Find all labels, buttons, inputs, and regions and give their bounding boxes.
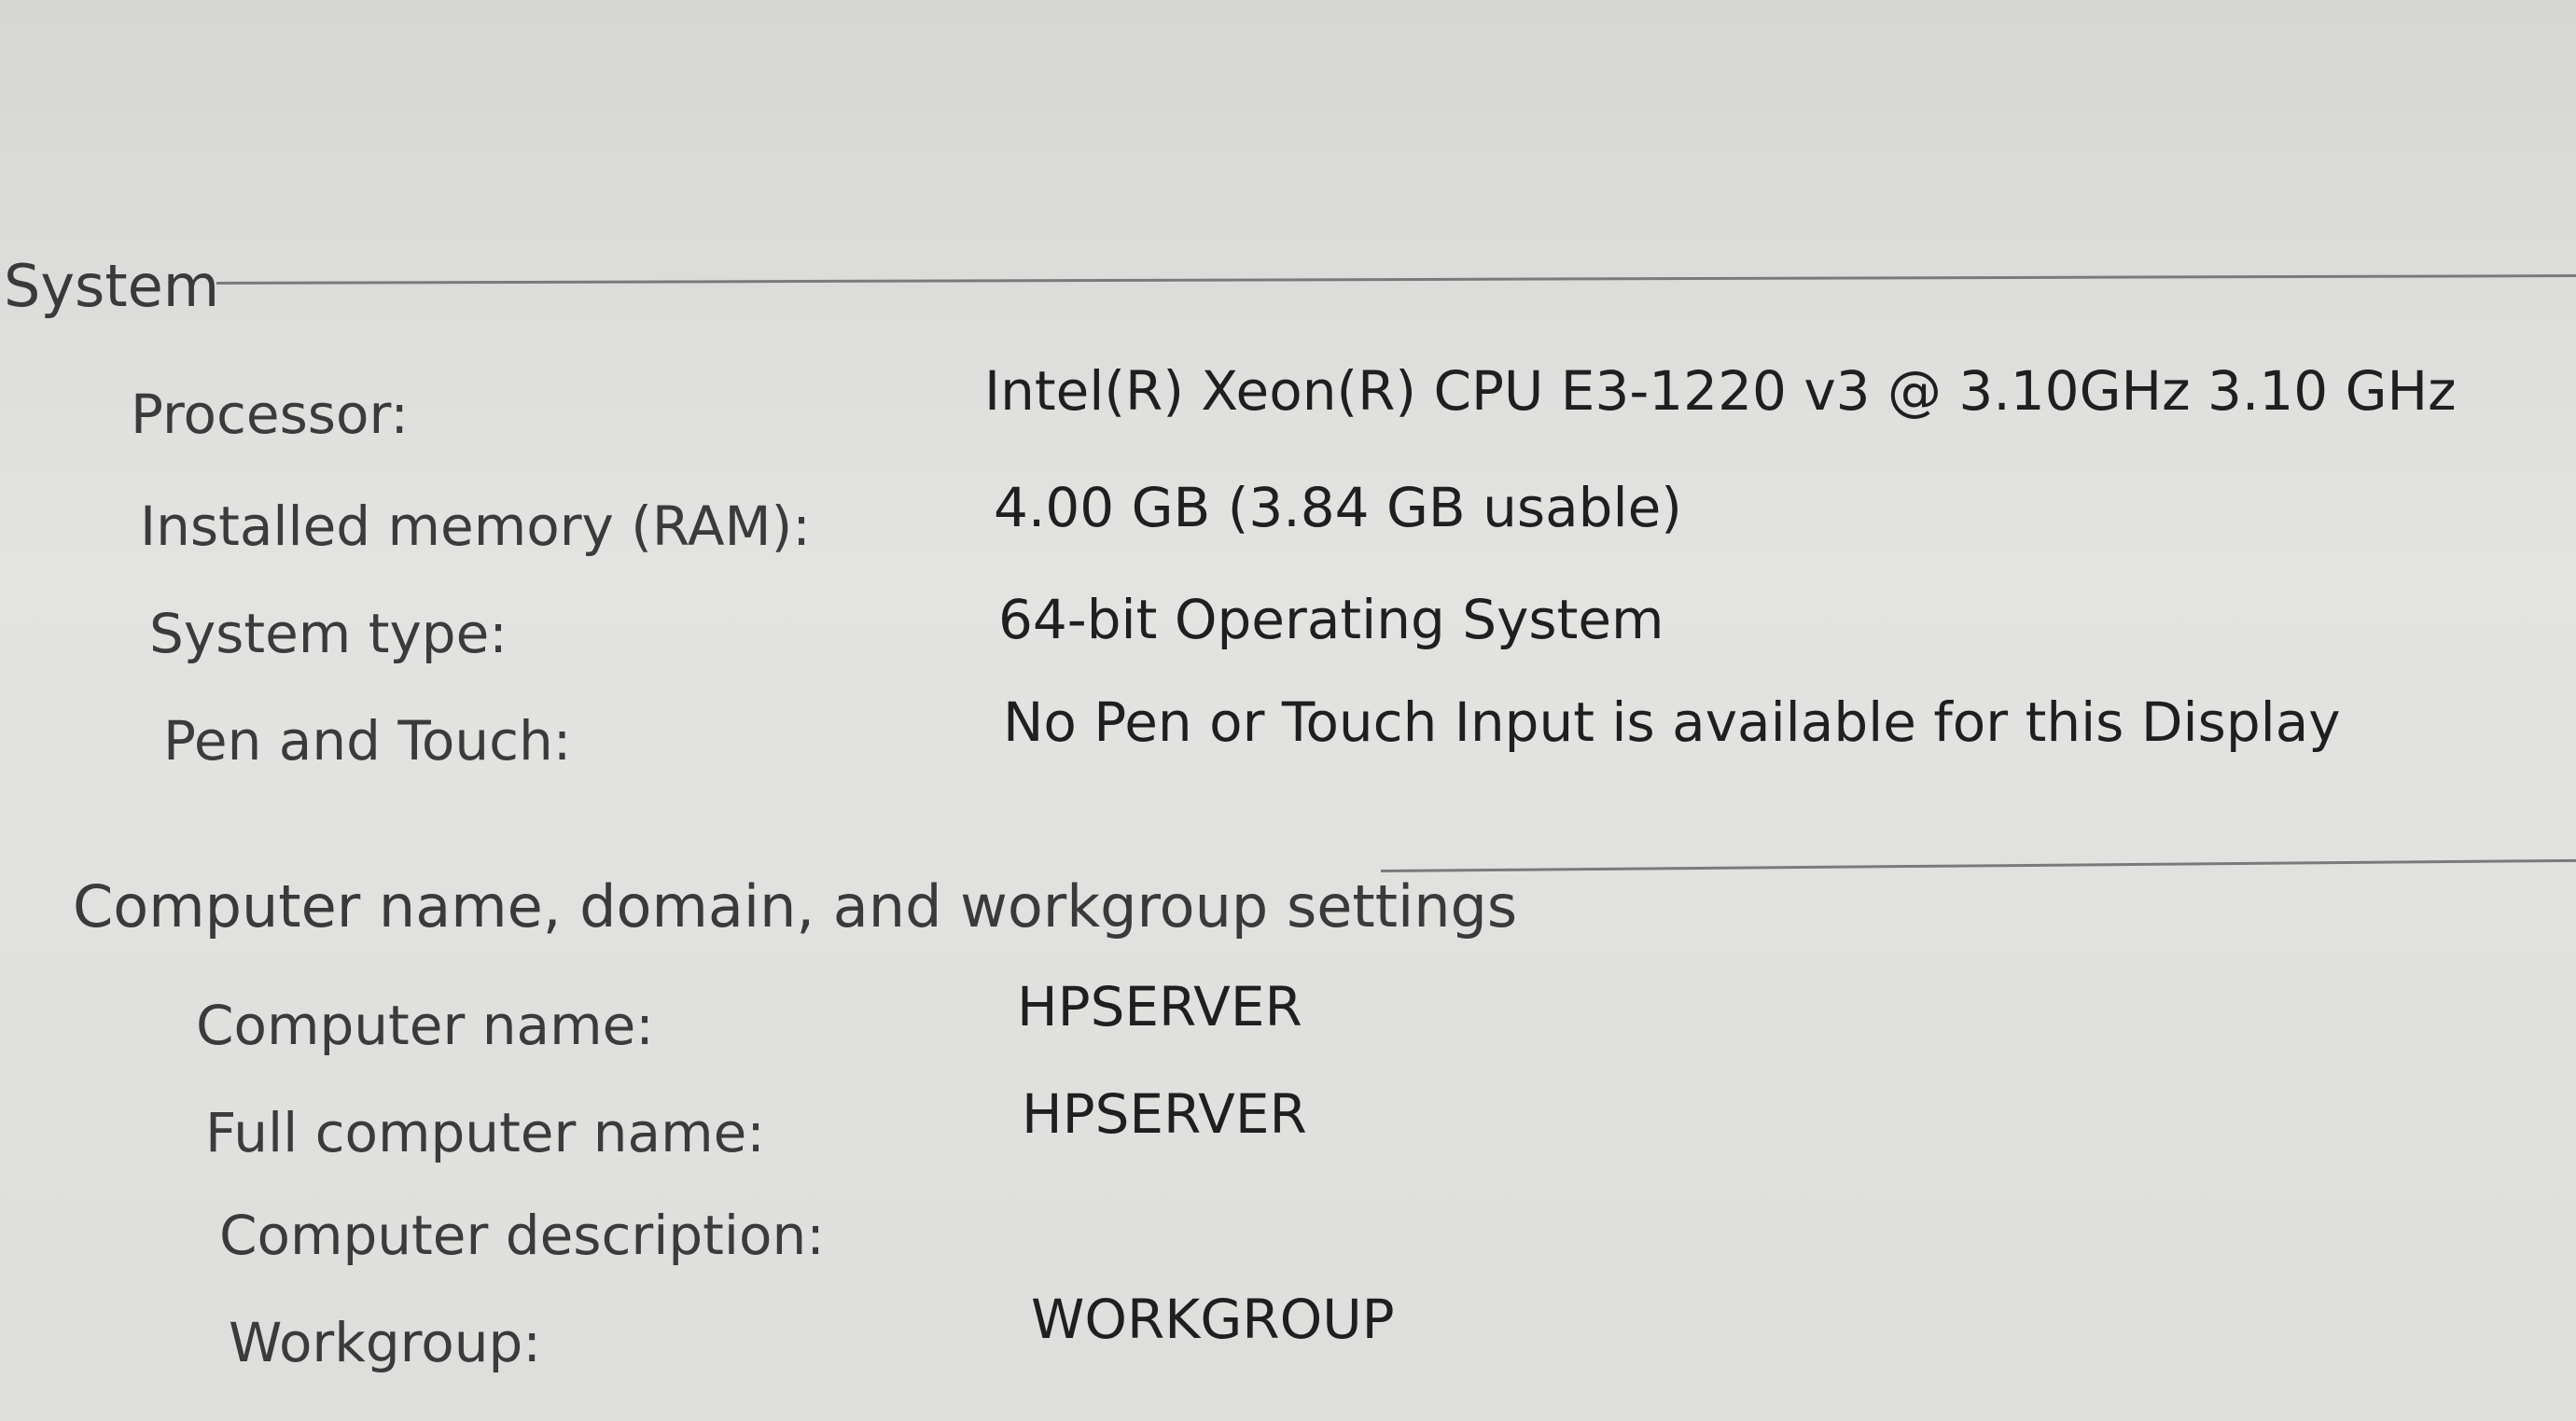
computer-name-label: Computer name:	[196, 994, 654, 1057]
pen-and-touch-label: Pen and Touch:	[163, 709, 572, 773]
workgroup-value: WORKGROUP	[1031, 1288, 1395, 1351]
processor-label: Processor:	[131, 383, 409, 446]
workgroup-label: Workgroup:	[229, 1311, 541, 1374]
full-computer-name-label: Full computer name:	[205, 1101, 765, 1164]
system-type-label: System type:	[149, 602, 508, 665]
pen-and-touch-value: No Pen or Touch Input is available for t…	[1003, 690, 2341, 754]
computer-description-label: Computer description:	[219, 1204, 825, 1267]
installed-memory-value: 4.00 GB (3.84 GB usable)	[994, 476, 1682, 539]
full-computer-name-value: HPSERVER	[1022, 1082, 1307, 1146]
computer-section-divider	[1380, 858, 2576, 872]
system-properties-panel: System Processor: Intel(R) Xeon(R) CPU E…	[0, 0, 2576, 1421]
system-section-divider	[216, 274, 2576, 285]
installed-memory-label: Installed memory (RAM):	[140, 495, 811, 558]
processor-value: Intel(R) Xeon(R) CPU E3-1220 v3 @ 3.10GH…	[984, 359, 2457, 423]
system-type-value: 64-bit Operating System	[998, 588, 1664, 651]
computer-name-value: HPSERVER	[1017, 975, 1302, 1038]
system-section-title: System	[4, 252, 220, 320]
computer-section-title: Computer name, domain, and workgroup set…	[73, 872, 1518, 940]
